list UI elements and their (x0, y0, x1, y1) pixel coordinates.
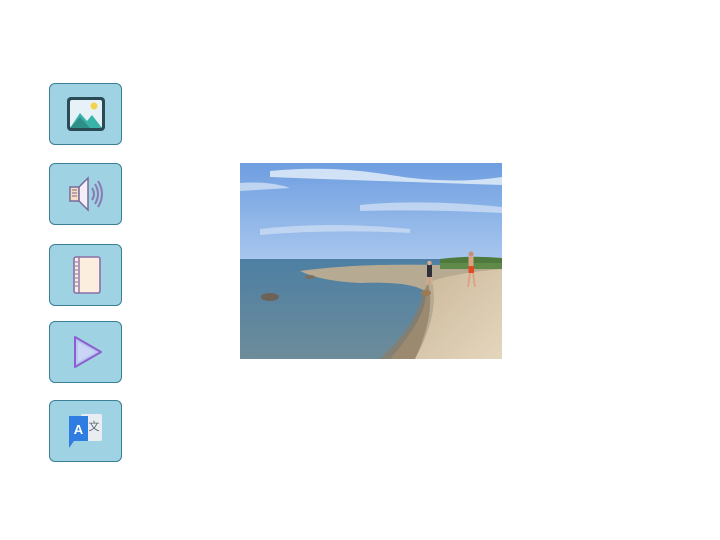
notebook-icon (63, 252, 109, 298)
translate-icon-latin: A (73, 422, 83, 437)
translate-icon: A 文 (63, 408, 109, 454)
speaker-icon (63, 171, 109, 217)
beach-photo (240, 163, 502, 359)
play-icon (63, 329, 109, 375)
image-button[interactable] (49, 83, 122, 145)
translate-icon-cjk: 文 (88, 419, 99, 433)
image-icon (63, 91, 109, 137)
play-button[interactable] (49, 321, 122, 383)
notebook-button[interactable] (49, 244, 122, 306)
page-canvas: A 文 (0, 0, 720, 540)
audio-button[interactable] (49, 163, 122, 225)
translate-button[interactable]: A 文 (49, 400, 122, 462)
